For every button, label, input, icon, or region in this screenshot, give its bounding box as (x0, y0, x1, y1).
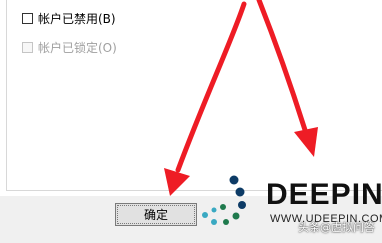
deepin-logo-icon (202, 175, 246, 225)
arrow-to-ok-button (164, 1, 247, 196)
deepin-logo-text: DEEPIN (266, 178, 382, 211)
arrow-to-right (256, 0, 318, 157)
source-watermark: 头条@虚拟问答 (298, 221, 375, 234)
